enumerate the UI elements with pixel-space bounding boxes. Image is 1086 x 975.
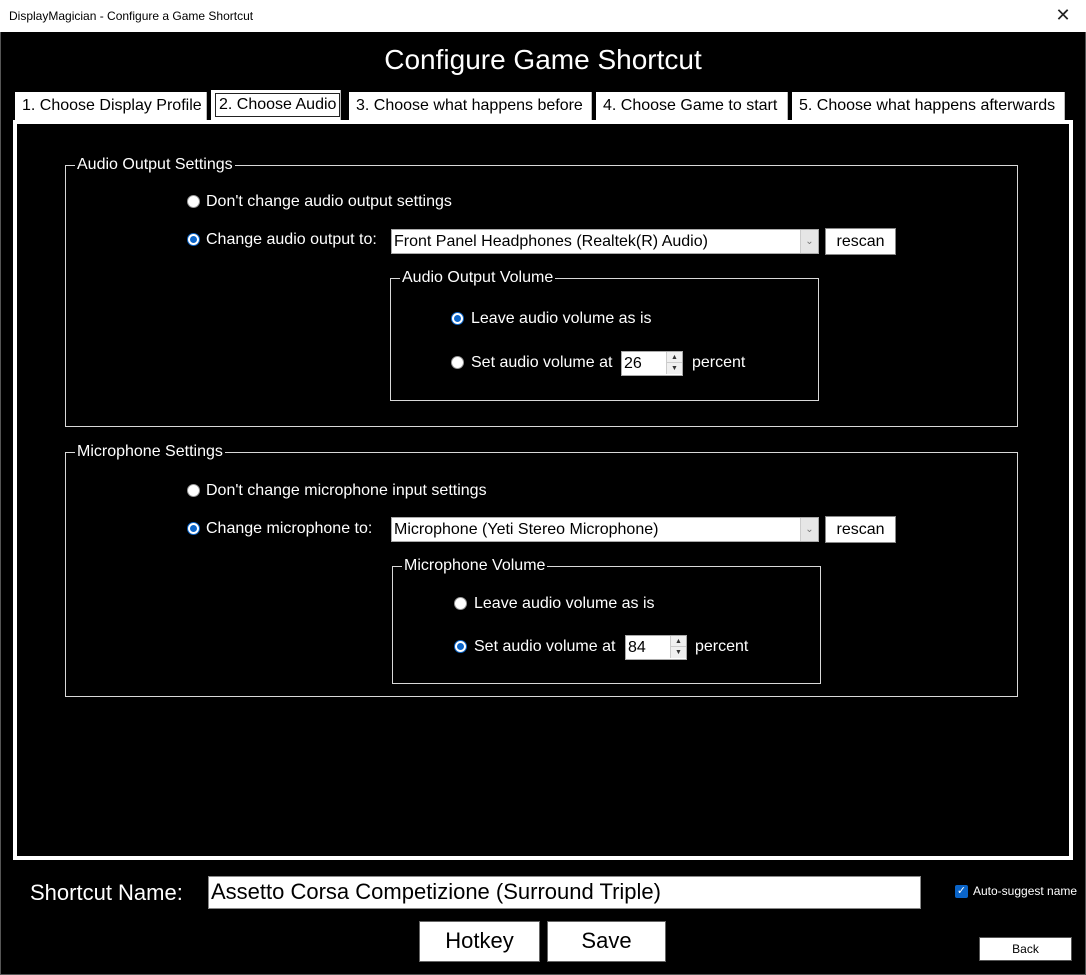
shortcut-name-label: Shortcut Name: [30, 880, 183, 905]
microphone-volume-unit: percent [695, 638, 749, 655]
mic-dont-change-label[interactable]: Don't change microphone input settings [206, 481, 487, 501]
microphone-device-value: Microphone (Yeti Stereo Microphone) [394, 521, 659, 538]
microphone-rescan-button[interactable]: rescan [825, 516, 896, 543]
microphone-volume-label: Microphone Volume [402, 557, 548, 575]
mic-leave-volume-label[interactable]: Leave audio volume as is [474, 594, 655, 614]
microphone-volume-stepper[interactable]: 84 ▲ ▼ [625, 635, 687, 660]
audio-dont-change-radio[interactable] [187, 195, 200, 208]
audio-output-volume-group: Audio Output Volume Leave audio volume a… [390, 269, 819, 401]
mic-leave-volume-radio[interactable] [454, 597, 467, 610]
microphone-settings-group: Microphone Settings Don't change microph… [65, 443, 1018, 697]
spin-down-icon[interactable]: ▼ [666, 363, 682, 374]
shortcut-name-input[interactable]: Assetto Corsa Competizione (Surround Tri… [208, 876, 921, 909]
audio-set-volume-label[interactable]: Set audio volume at [471, 353, 612, 373]
audio-change-output-radio[interactable] [187, 233, 200, 246]
microphone-volume-value[interactable]: 84 [628, 638, 646, 658]
tab-choose-game-to-start[interactable]: 4. Choose Game to start [596, 92, 788, 120]
audio-volume-value[interactable]: 26 [624, 354, 642, 374]
audio-change-output-label[interactable]: Change audio output to: [206, 230, 377, 250]
spin-up-icon[interactable]: ▲ [670, 636, 686, 647]
microphone-settings-label: Microphone Settings [75, 443, 225, 461]
save-button[interactable]: Save [547, 921, 666, 962]
audio-output-settings-group: Audio Output Settings Don't change audio… [65, 156, 1018, 427]
tab-label: 4. Choose Game to start [603, 97, 778, 114]
mic-change-radio[interactable] [187, 522, 200, 535]
close-icon[interactable]: ✕ [1040, 0, 1086, 32]
microphone-volume-group: Microphone Volume Leave audio volume as … [392, 557, 821, 684]
audio-leave-volume-label[interactable]: Leave audio volume as is [471, 309, 652, 329]
tab-choose-audio[interactable]: 2. Choose Audio [211, 90, 341, 120]
tab-choose-what-happens-before[interactable]: 3. Choose what happens before [349, 92, 592, 120]
page-title: Configure Game Shortcut [384, 44, 702, 75]
audio-set-volume-radio[interactable] [451, 356, 464, 369]
tab-label: 1. Choose Display Profile [22, 97, 202, 114]
mic-set-volume-label[interactable]: Set audio volume at [474, 637, 615, 657]
audio-output-device-value: Front Panel Headphones (Realtek(R) Audio… [394, 233, 708, 250]
audio-volume-unit: percent [692, 354, 746, 371]
audio-output-rescan-button[interactable]: rescan [825, 228, 896, 255]
auto-suggest-label[interactable]: Auto-suggest name [973, 884, 1077, 899]
audio-output-settings-label: Audio Output Settings [75, 156, 235, 174]
window-title-bar: DisplayMagician - Configure a Game Short… [0, 0, 1086, 32]
hotkey-button[interactable]: Hotkey [419, 921, 540, 962]
spin-up-icon[interactable]: ▲ [666, 352, 682, 363]
audio-volume-stepper[interactable]: 26 ▲ ▼ [621, 351, 683, 376]
tab-label: 3. Choose what happens before [356, 97, 583, 114]
tab-label: 5. Choose what happens afterwards [799, 97, 1056, 114]
tab-label: 2. Choose Audio [215, 93, 340, 117]
mic-dont-change-radio[interactable] [187, 484, 200, 497]
mic-change-label[interactable]: Change microphone to: [206, 519, 372, 539]
tab-choose-display-profile[interactable]: 1. Choose Display Profile [15, 92, 207, 120]
tab-choose-what-happens-afterwards[interactable]: 5. Choose what happens afterwards [792, 92, 1065, 120]
audio-output-volume-label: Audio Output Volume [400, 269, 556, 287]
back-button[interactable]: Back [979, 937, 1072, 961]
mic-set-volume-radio[interactable] [454, 640, 467, 653]
window-title: DisplayMagician - Configure a Game Short… [9, 9, 254, 23]
chevron-down-icon[interactable]: ⌄ [800, 230, 818, 253]
audio-dont-change-label[interactable]: Don't change audio output settings [206, 192, 452, 212]
audio-tab-panel: Audio Output Settings Don't change audio… [13, 120, 1073, 860]
chevron-down-icon[interactable]: ⌄ [800, 518, 818, 541]
audio-output-device-dropdown[interactable]: Front Panel Headphones (Realtek(R) Audio… [391, 229, 819, 254]
spin-down-icon[interactable]: ▼ [670, 647, 686, 658]
auto-suggest-checkbox[interactable]: ✓ [955, 885, 968, 898]
microphone-device-dropdown[interactable]: Microphone (Yeti Stereo Microphone) ⌄ [391, 517, 819, 542]
audio-leave-volume-radio[interactable] [451, 312, 464, 325]
